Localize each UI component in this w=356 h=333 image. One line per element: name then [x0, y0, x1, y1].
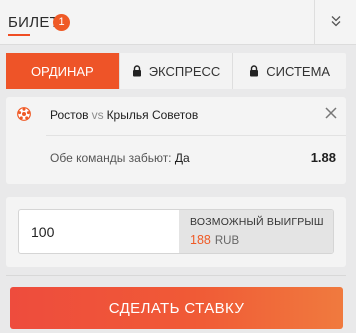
away-team: Крылья Советов: [106, 108, 199, 122]
close-icon: [324, 107, 338, 124]
tab-single-label: ОРДИНАР: [30, 63, 94, 79]
tab-express-label: ЭКСПРЕСС: [148, 63, 221, 79]
bet-outcome: Обе команды забьют: Да: [50, 151, 190, 165]
possible-win-amount: 188: [190, 233, 211, 247]
bet-type-tabs: ОРДИНАР ЭКСПРЕСС СИСТЕМА: [6, 53, 346, 89]
market-name: Обе команды забьют:: [50, 151, 172, 165]
title-underline: [8, 34, 30, 36]
possible-win: ВОЗМОЖНЫЙ ВЫИГРЫШ 188 RUB: [179, 210, 333, 253]
tab-single[interactable]: ОРДИНАР: [6, 53, 119, 89]
currency-label: RUB: [214, 235, 240, 247]
possible-win-label: ВОЗМОЖНЫЙ ВЫИГРЫШ: [190, 216, 324, 228]
vs-separator: vs: [91, 108, 104, 122]
card-divider: [46, 135, 346, 136]
place-bet-button[interactable]: СДЕЛАТЬ СТАВКУ: [10, 287, 343, 329]
stake-box: ВОЗМОЖНЫЙ ВЫИГРЫШ 188RUB: [18, 209, 334, 254]
section-divider: [6, 275, 346, 276]
tab-system-label: СИСТЕМА: [266, 63, 331, 79]
home-team: Ростов: [50, 108, 89, 122]
tab-express[interactable]: ЭКСПРЕСС: [118, 53, 233, 89]
stake-panel: ВОЗМОЖНЫЙ ВЫИГРЫШ 188RUB: [6, 197, 346, 267]
lock-icon: [132, 65, 142, 77]
remove-bet-button[interactable]: [324, 106, 338, 120]
bet-card: Ростов vs Крылья Советов Обе команды забью…: [6, 97, 346, 184]
double-chevron-down-icon: [330, 14, 342, 32]
collapse-button[interactable]: [315, 0, 356, 45]
match-name: Ростов vs Крылья Советов: [50, 108, 198, 122]
betslip-title-text: БИЛЕТ: [8, 14, 60, 31]
bet-count-badge: 1: [53, 14, 70, 31]
soccer-ball-icon: [17, 107, 31, 126]
betslip-title: БИЛЕТ: [8, 14, 60, 36]
betslip-header: БИЛЕТ 1: [0, 0, 356, 45]
lock-icon: [249, 65, 259, 77]
odds-value: 1.88: [310, 150, 336, 165]
tab-system[interactable]: СИСТЕМА: [232, 53, 346, 89]
stake-input[interactable]: [19, 210, 179, 253]
possible-win-value: 188 RUB: [190, 233, 239, 247]
selected-pick: Да: [174, 151, 190, 165]
